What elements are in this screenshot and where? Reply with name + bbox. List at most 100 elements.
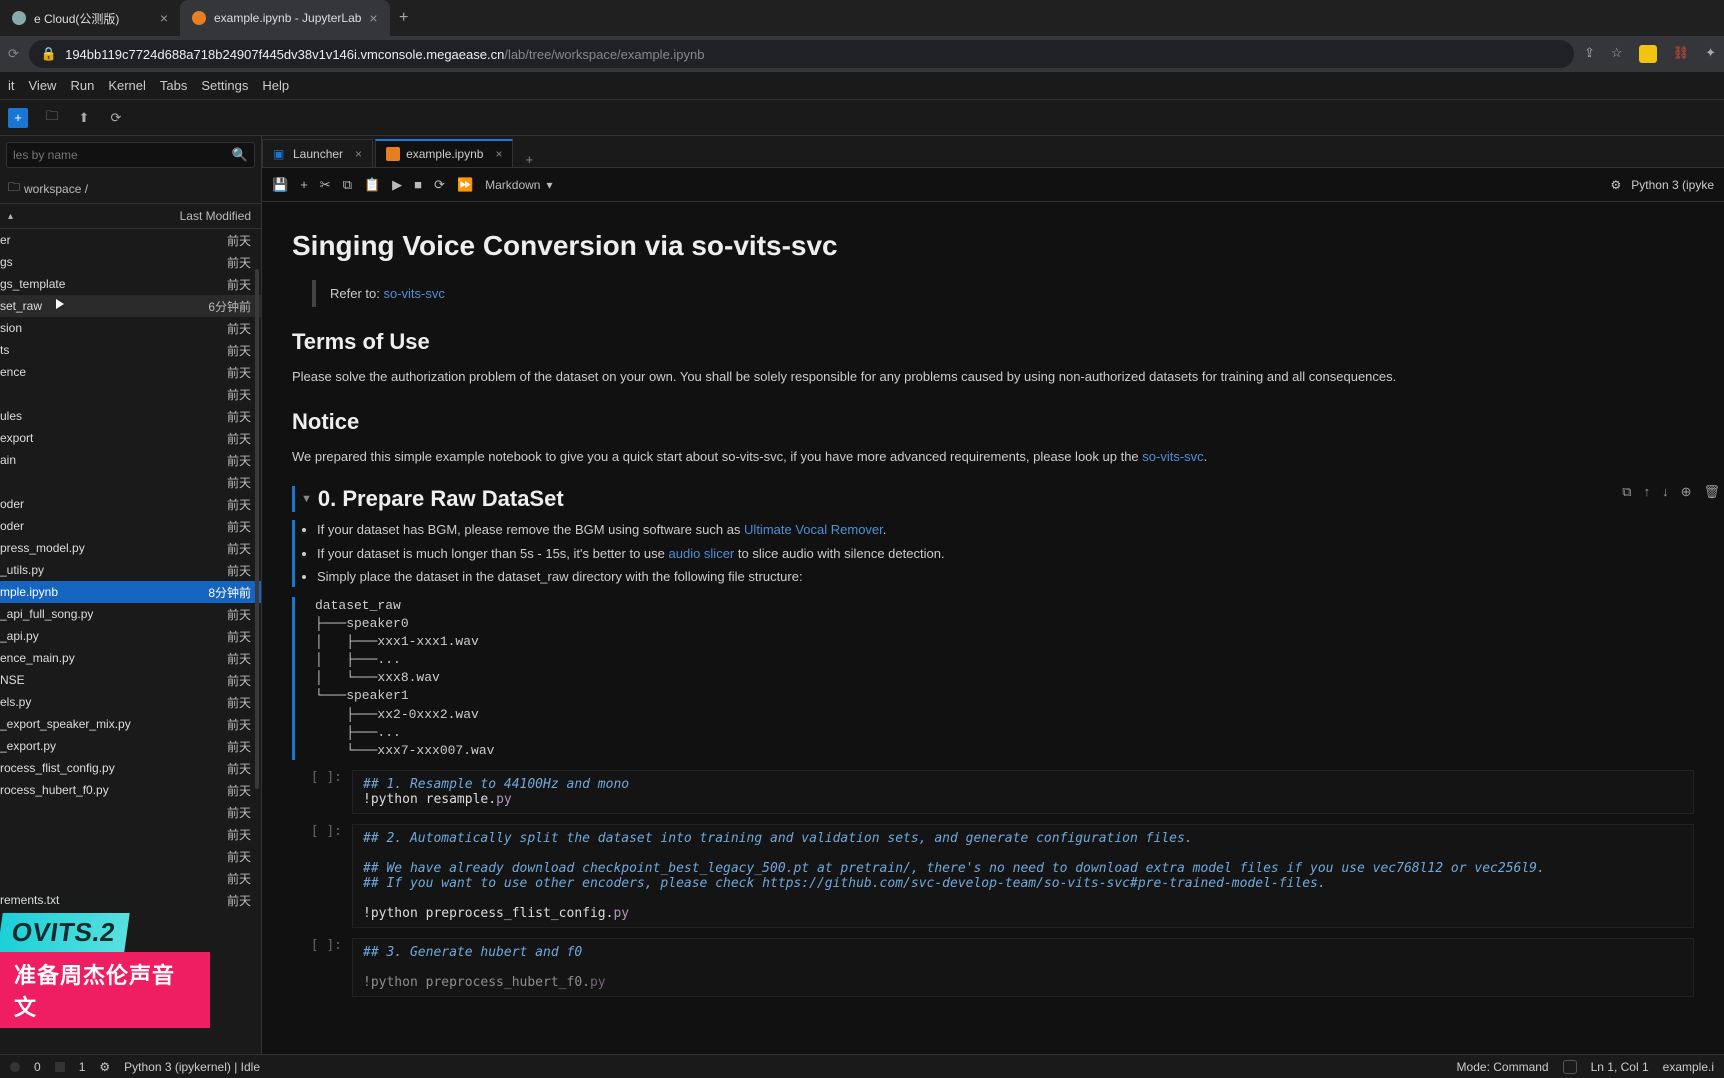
new-editor-tab[interactable]: +	[515, 152, 543, 167]
new-folder-icon[interactable]: 🗀	[44, 110, 60, 126]
code-cell[interactable]: [ ]: ## 2. Automatically split the datas…	[292, 824, 1694, 928]
file-row[interactable]: er前天	[0, 229, 261, 251]
status-kernel[interactable]: Python 3 (ipykernel) | Idle	[124, 1060, 260, 1074]
paste-icon[interactable]: 📋	[364, 177, 380, 193]
file-row[interactable]: mple.ipynb8分钟前	[0, 581, 261, 603]
file-row[interactable]: rocess_flist_config.py前天	[0, 757, 261, 779]
menu-item-run[interactable]: Run	[70, 78, 94, 93]
file-row[interactable]: ain前天	[0, 449, 261, 471]
kernel-indicator[interactable]: ⚙ Python 3 (ipyke	[1611, 178, 1714, 192]
menu-item-edit[interactable]: it	[8, 78, 15, 93]
file-row[interactable]: rements.txt前天	[0, 889, 261, 911]
run-icon[interactable]: ▶	[392, 177, 402, 193]
puzzle-icon[interactable]: ✦	[1705, 45, 1716, 63]
tab-launcher[interactable]: ▣ Launcher ×	[262, 139, 373, 167]
scrollbar[interactable]	[255, 269, 259, 789]
file-row[interactable]: ence前天	[0, 361, 261, 383]
new-tab-button[interactable]: +	[390, 9, 418, 27]
file-row[interactable]: press_model.py前天	[0, 537, 261, 559]
file-row[interactable]: els.py前天	[0, 691, 261, 713]
menu-item-view[interactable]: View	[29, 78, 57, 93]
cell-code[interactable]: ## 3. Generate hubert and f0 !python pre…	[352, 938, 1694, 997]
insert-icon[interactable]: ⊕	[1681, 484, 1692, 500]
file-row[interactable]: 前天	[0, 383, 261, 405]
close-icon[interactable]: ×	[495, 147, 502, 161]
notebook-content[interactable]: Singing Voice Conversion via so-vits-svc…	[262, 202, 1724, 1054]
address-bar[interactable]: 🔒 194bb119c7724d688a718b24907f445dv38v1v…	[29, 40, 1574, 68]
file-row[interactable]: gs_template前天	[0, 273, 261, 295]
close-icon[interactable]: ×	[355, 147, 362, 161]
close-icon[interactable]: ×	[369, 10, 377, 26]
refer-link[interactable]: so-vits-svc	[383, 286, 444, 301]
cell-code[interactable]: ## 2. Automatically split the dataset in…	[352, 824, 1694, 928]
file-row[interactable]: export前天	[0, 427, 261, 449]
file-row[interactable]: gs前天	[0, 251, 261, 273]
file-row[interactable]: 前天	[0, 867, 261, 889]
file-filter-input[interactable]	[13, 148, 232, 162]
breadcrumb[interactable]: 🗀 workspace /	[0, 174, 261, 203]
duplicate-icon[interactable]: ⧉	[1622, 484, 1631, 500]
tab-notebook[interactable]: example.ipynb ×	[375, 139, 513, 167]
close-icon[interactable]: ×	[160, 10, 168, 26]
share-icon[interactable]: ⇪	[1584, 45, 1595, 63]
add-cell-icon[interactable]: +	[300, 177, 308, 192]
upload-icon[interactable]: ⬆	[76, 110, 92, 126]
file-row[interactable]: _export.py前天	[0, 735, 261, 757]
browser-tab-inactive[interactable]: e Cloud(公测版) ×	[0, 0, 180, 36]
file-row[interactable]: set_raw6分钟前	[0, 295, 261, 317]
file-row[interactable]: 前天	[0, 845, 261, 867]
slicer-link[interactable]: audio slicer	[669, 546, 735, 561]
code-cell[interactable]: [ ]: ## 3. Generate hubert and f0 !pytho…	[292, 938, 1694, 997]
code-cell[interactable]: [ ]: ## 1. Resample to 44100Hz and mono …	[292, 770, 1694, 814]
file-row[interactable]: 前天	[0, 801, 261, 823]
modified-column-header[interactable]: Last Modified	[161, 209, 261, 223]
stop-icon[interactable]: ■	[414, 177, 422, 192]
refresh-icon[interactable]: ⟳	[108, 110, 124, 126]
browser-tab-active[interactable]: example.ipynb - JupyterLab ×	[180, 0, 390, 36]
file-row[interactable]: _utils.py前天	[0, 559, 261, 581]
extension-icon[interactable]	[1639, 45, 1657, 63]
file-row[interactable]: ts前天	[0, 339, 261, 361]
file-row[interactable]: _api.py前天	[0, 625, 261, 647]
cell-type-select[interactable]: Markdown ▾	[485, 178, 552, 192]
cell-code[interactable]: ## 1. Resample to 44100Hz and mono !pyth…	[352, 770, 1694, 814]
menu-item-settings[interactable]: Settings	[201, 78, 248, 93]
copy-icon[interactable]: ⧉	[343, 177, 352, 193]
file-row[interactable]: oder前天	[0, 493, 261, 515]
cut-icon[interactable]: ✂	[320, 177, 331, 193]
file-row[interactable]: rocess_hubert_f0.py前天	[0, 779, 261, 801]
menu-item-tabs[interactable]: Tabs	[160, 78, 187, 93]
restart-icon[interactable]: ⟳	[434, 177, 445, 193]
file-filter[interactable]: 🔍	[6, 142, 255, 168]
browser-toolbar: ⟳ 🔒 194bb119c7724d688a718b24907f445dv38v…	[0, 36, 1724, 72]
menu-item-kernel[interactable]: Kernel	[108, 78, 146, 93]
trust-icon[interactable]	[1563, 1060, 1577, 1074]
file-row[interactable]: 前天	[0, 823, 261, 845]
file-row[interactable]: _export_speaker_mix.py前天	[0, 713, 261, 735]
save-icon[interactable]: 💾	[272, 177, 288, 193]
move-down-icon[interactable]: ↓	[1662, 484, 1669, 500]
editor-area: ▣ Launcher × example.ipynb × + 💾 + ✂ ⧉ 📋…	[262, 136, 1724, 1054]
link-icon[interactable]: ⛓	[1673, 45, 1690, 63]
star-icon[interactable]: ☆	[1611, 45, 1623, 63]
status-gear-icon[interactable]: ⚙	[99, 1060, 110, 1074]
name-column-header[interactable]: ▴	[0, 211, 161, 222]
notice-link[interactable]: so-vits-svc	[1142, 449, 1203, 464]
cell-type-value: Markdown	[485, 178, 540, 192]
file-row[interactable]: 前天	[0, 471, 261, 493]
move-up-icon[interactable]: ↑	[1644, 484, 1651, 500]
file-row[interactable]: NSE前天	[0, 669, 261, 691]
reload-icon[interactable]: ⟳	[8, 46, 19, 62]
file-modified: 前天	[161, 628, 261, 645]
run-all-icon[interactable]: ⏩	[457, 177, 473, 193]
file-row[interactable]: ules前天	[0, 405, 261, 427]
add-button[interactable]: +	[8, 108, 28, 128]
file-row[interactable]: sion前天	[0, 317, 261, 339]
chevron-down-icon[interactable]: ▼	[301, 493, 312, 505]
uvr-link[interactable]: Ultimate Vocal Remover	[744, 522, 883, 537]
file-row[interactable]: _api_full_song.py前天	[0, 603, 261, 625]
file-row[interactable]: ence_main.py前天	[0, 647, 261, 669]
menu-item-help[interactable]: Help	[262, 78, 289, 93]
delete-icon[interactable]: 🗑	[1703, 484, 1720, 500]
file-row[interactable]: oder前天	[0, 515, 261, 537]
